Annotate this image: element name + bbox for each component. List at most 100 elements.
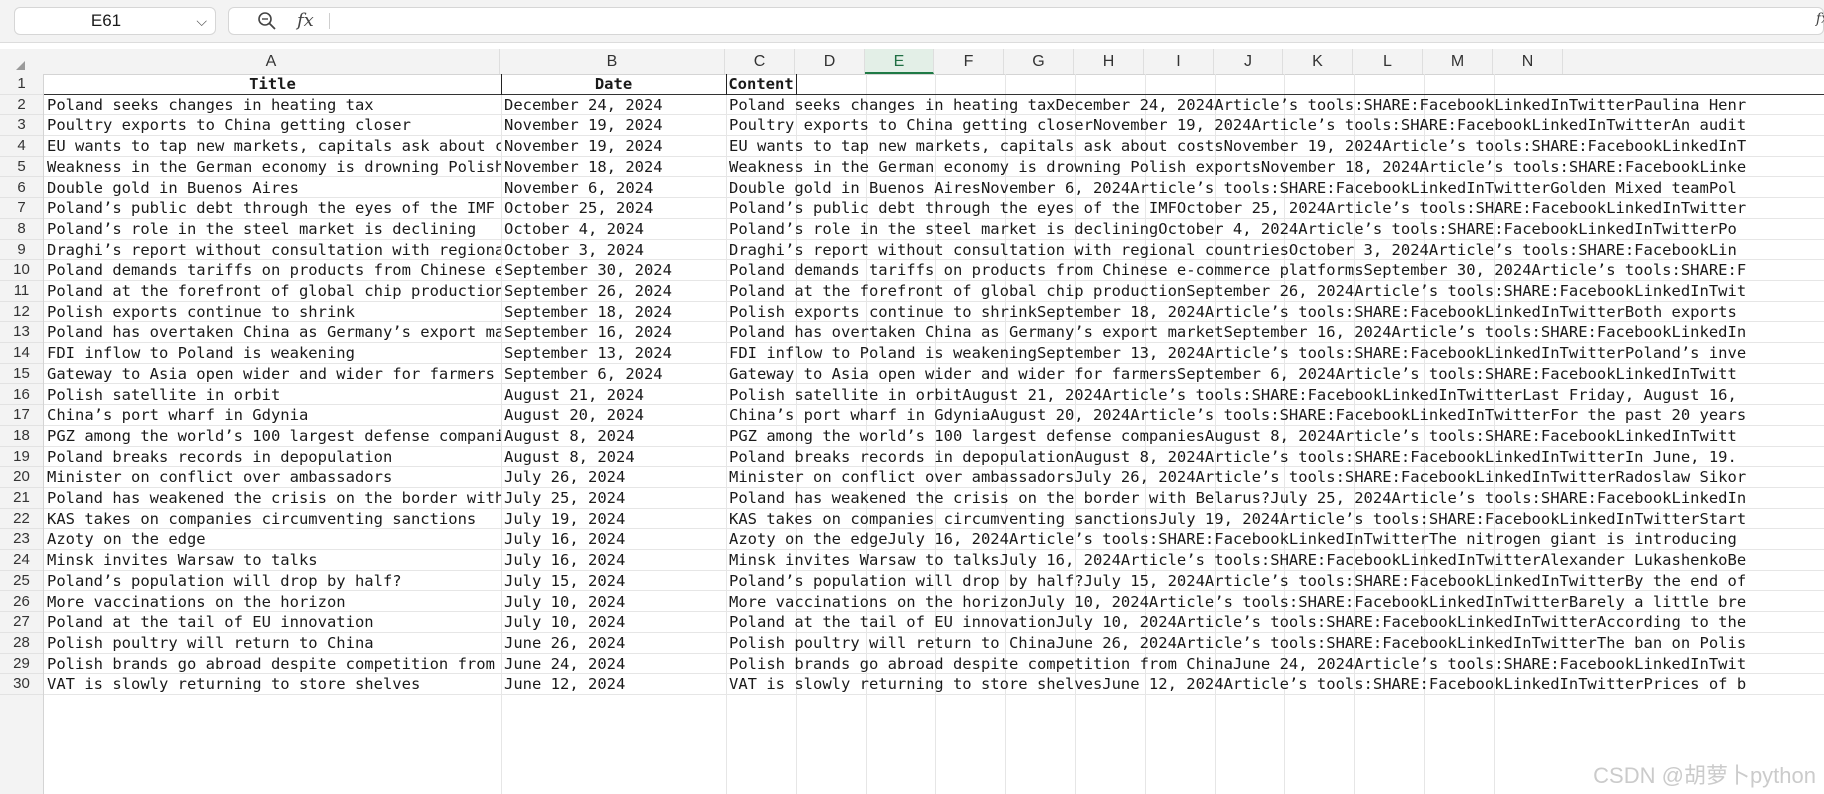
- title-cell[interactable]: Polish satellite in orbit: [44, 385, 501, 406]
- row-header-22[interactable]: 22: [0, 509, 43, 530]
- row-header-24[interactable]: 24: [0, 550, 43, 571]
- date-cell[interactable]: July 19, 2024: [501, 509, 726, 530]
- column-header-m[interactable]: M: [1423, 49, 1493, 74]
- row-header-3[interactable]: 3: [0, 115, 43, 137]
- date-cell[interactable]: September 30, 2024: [501, 260, 726, 281]
- row-header-5[interactable]: 5: [0, 157, 43, 178]
- content-cell[interactable]: PGZ among the world’s 100 largest defens…: [726, 426, 1824, 447]
- title-cell[interactable]: Double gold in Buenos Aires: [44, 178, 501, 199]
- select-all-corner[interactable]: [0, 49, 43, 74]
- row-header-13[interactable]: 13: [0, 322, 43, 344]
- row-header-9[interactable]: 9: [0, 240, 43, 261]
- date-cell[interactable]: September 6, 2024: [501, 364, 726, 385]
- date-cell[interactable]: June 12, 2024: [501, 674, 726, 695]
- row-header-21[interactable]: 21: [0, 488, 43, 509]
- title-cell[interactable]: FDI inflow to Poland is weakening: [44, 343, 501, 364]
- header-cell-date[interactable]: Date: [501, 74, 726, 95]
- fx-expand-icon[interactable]: fx: [1816, 11, 1824, 27]
- date-cell[interactable]: September 13, 2024: [501, 343, 726, 364]
- content-cell[interactable]: China’s port wharf in GdyniaAugust 20, 2…: [726, 405, 1824, 426]
- content-cell[interactable]: Poland has weakened the crisis on the bo…: [726, 488, 1824, 509]
- date-cell[interactable]: July 10, 2024: [501, 592, 726, 613]
- title-cell[interactable]: Polish poultry will return to China: [44, 633, 501, 654]
- title-cell[interactable]: PGZ among the world’s 100 largest defens…: [44, 426, 501, 447]
- content-cell[interactable]: FDI inflow to Poland is weakeningSeptemb…: [726, 343, 1824, 364]
- row-header-26[interactable]: 26: [0, 592, 43, 613]
- title-cell[interactable]: Poland at the forefront of global chip p…: [44, 281, 501, 302]
- row-header-8[interactable]: 8: [0, 219, 43, 240]
- date-cell[interactable]: July 26, 2024: [501, 467, 726, 488]
- title-cell[interactable]: VAT is slowly returning to store shelves: [44, 674, 501, 695]
- row-header-20[interactable]: 20: [0, 467, 43, 488]
- column-header-h[interactable]: H: [1074, 49, 1144, 74]
- content-cell[interactable]: Poland seeks changes in heating taxDecem…: [726, 95, 1824, 116]
- header-cell-title[interactable]: Title: [44, 74, 501, 95]
- date-cell[interactable]: September 18, 2024: [501, 302, 726, 323]
- date-cell[interactable]: July 16, 2024: [501, 529, 726, 550]
- date-cell[interactable]: August 8, 2024: [501, 426, 726, 447]
- content-cell[interactable]: Weakness in the German economy is drowni…: [726, 157, 1824, 178]
- row-header-15[interactable]: 15: [0, 364, 43, 385]
- content-cell[interactable]: Polish satellite in orbitAugust 21, 2024…: [726, 385, 1824, 406]
- title-cell[interactable]: China’s port wharf in Gdynia: [44, 405, 501, 426]
- title-cell[interactable]: Poland demands tariffs on products from …: [44, 260, 501, 281]
- row-header-6[interactable]: 6: [0, 178, 43, 199]
- row-header-16[interactable]: 16: [0, 385, 43, 406]
- date-cell[interactable]: November 6, 2024: [501, 178, 726, 199]
- header-cell-content[interactable]: Content: [726, 74, 796, 95]
- title-cell[interactable]: Minister on conflict over ambassadors: [44, 467, 501, 488]
- content-cell[interactable]: Poland breaks records in depopulationAug…: [726, 447, 1824, 468]
- title-cell[interactable]: More vaccinations on the horizon: [44, 592, 501, 613]
- row-header-25[interactable]: 25: [0, 571, 43, 592]
- row-header-2[interactable]: 2: [0, 95, 43, 116]
- title-cell[interactable]: Poultry exports to China getting closer: [44, 115, 501, 136]
- content-cell[interactable]: Poland demands tariffs on products from …: [726, 260, 1824, 281]
- row-header-27[interactable]: 27: [0, 612, 43, 633]
- date-cell[interactable]: October 3, 2024: [501, 240, 726, 261]
- date-cell[interactable]: September 26, 2024: [501, 281, 726, 302]
- title-cell[interactable]: Minsk invites Warsaw to talks: [44, 550, 501, 571]
- date-cell[interactable]: November 19, 2024: [501, 136, 726, 157]
- content-cell[interactable]: EU wants to tap new markets, capitals as…: [726, 136, 1824, 157]
- function-icon[interactable]: fx: [297, 8, 314, 34]
- content-cell[interactable]: Minister on conflict over ambassadorsJul…: [726, 467, 1824, 488]
- title-cell[interactable]: Polish brands go abroad despite competit…: [44, 654, 501, 675]
- row-header-23[interactable]: 23: [0, 529, 43, 551]
- content-cell[interactable]: Minsk invites Warsaw to talksJuly 16, 20…: [726, 550, 1824, 571]
- column-header-a[interactable]: A: [43, 49, 500, 74]
- title-cell[interactable]: Poland at the tail of EU innovation: [44, 612, 501, 633]
- content-cell[interactable]: VAT is slowly returning to store shelves…: [726, 674, 1824, 695]
- title-cell[interactable]: Gateway to Asia open wider and wider for…: [44, 364, 501, 385]
- row-header-30[interactable]: 30: [0, 674, 43, 695]
- date-cell[interactable]: July 25, 2024: [501, 488, 726, 509]
- date-cell[interactable]: October 25, 2024: [501, 198, 726, 219]
- content-cell[interactable]: KAS takes on companies circumventing san…: [726, 509, 1824, 530]
- content-cell[interactable]: Poland’s public debt through the eyes of…: [726, 198, 1824, 219]
- row-header-14[interactable]: 14: [0, 343, 43, 364]
- content-cell[interactable]: Poultry exports to China getting closerN…: [726, 115, 1824, 136]
- date-cell[interactable]: July 15, 2024: [501, 571, 726, 592]
- date-cell[interactable]: December 24, 2024: [501, 95, 726, 116]
- date-cell[interactable]: October 4, 2024: [501, 219, 726, 240]
- content-cell[interactable]: Polish poultry will return to ChinaJune …: [726, 633, 1824, 654]
- title-cell[interactable]: Poland has overtaken China as Germany’s …: [44, 322, 501, 343]
- column-header-e[interactable]: E: [865, 49, 934, 74]
- chevron-down-icon[interactable]: ⌵: [196, 8, 207, 34]
- zoom-icon[interactable]: [257, 11, 277, 31]
- title-cell[interactable]: Poland breaks records in depopulation: [44, 447, 501, 468]
- title-cell[interactable]: Poland’s population will drop by half?: [44, 571, 501, 592]
- date-cell[interactable]: July 10, 2024: [501, 612, 726, 633]
- row-header-11[interactable]: 11: [0, 281, 43, 302]
- sheet-grid[interactable]: Title Date Content Poland seeks changes in …: [44, 74, 1824, 794]
- content-cell[interactable]: Polish brands go abroad despite competit…: [726, 654, 1824, 675]
- row-header-28[interactable]: 28: [0, 633, 43, 654]
- content-cell[interactable]: Poland has overtaken China as Germany’s …: [726, 322, 1824, 343]
- column-header-i[interactable]: I: [1144, 49, 1214, 74]
- column-header-d[interactable]: D: [795, 49, 865, 74]
- title-cell[interactable]: KAS takes on companies circumventing san…: [44, 509, 501, 530]
- title-cell[interactable]: Draghi’s report without consultation wit…: [44, 240, 501, 261]
- title-cell[interactable]: Azoty on the edge: [44, 529, 501, 550]
- title-cell[interactable]: Poland seeks changes in heating tax: [44, 95, 501, 116]
- date-cell[interactable]: November 19, 2024: [501, 115, 726, 136]
- content-cell[interactable]: Poland at the tail of EU innovationJuly …: [726, 612, 1824, 633]
